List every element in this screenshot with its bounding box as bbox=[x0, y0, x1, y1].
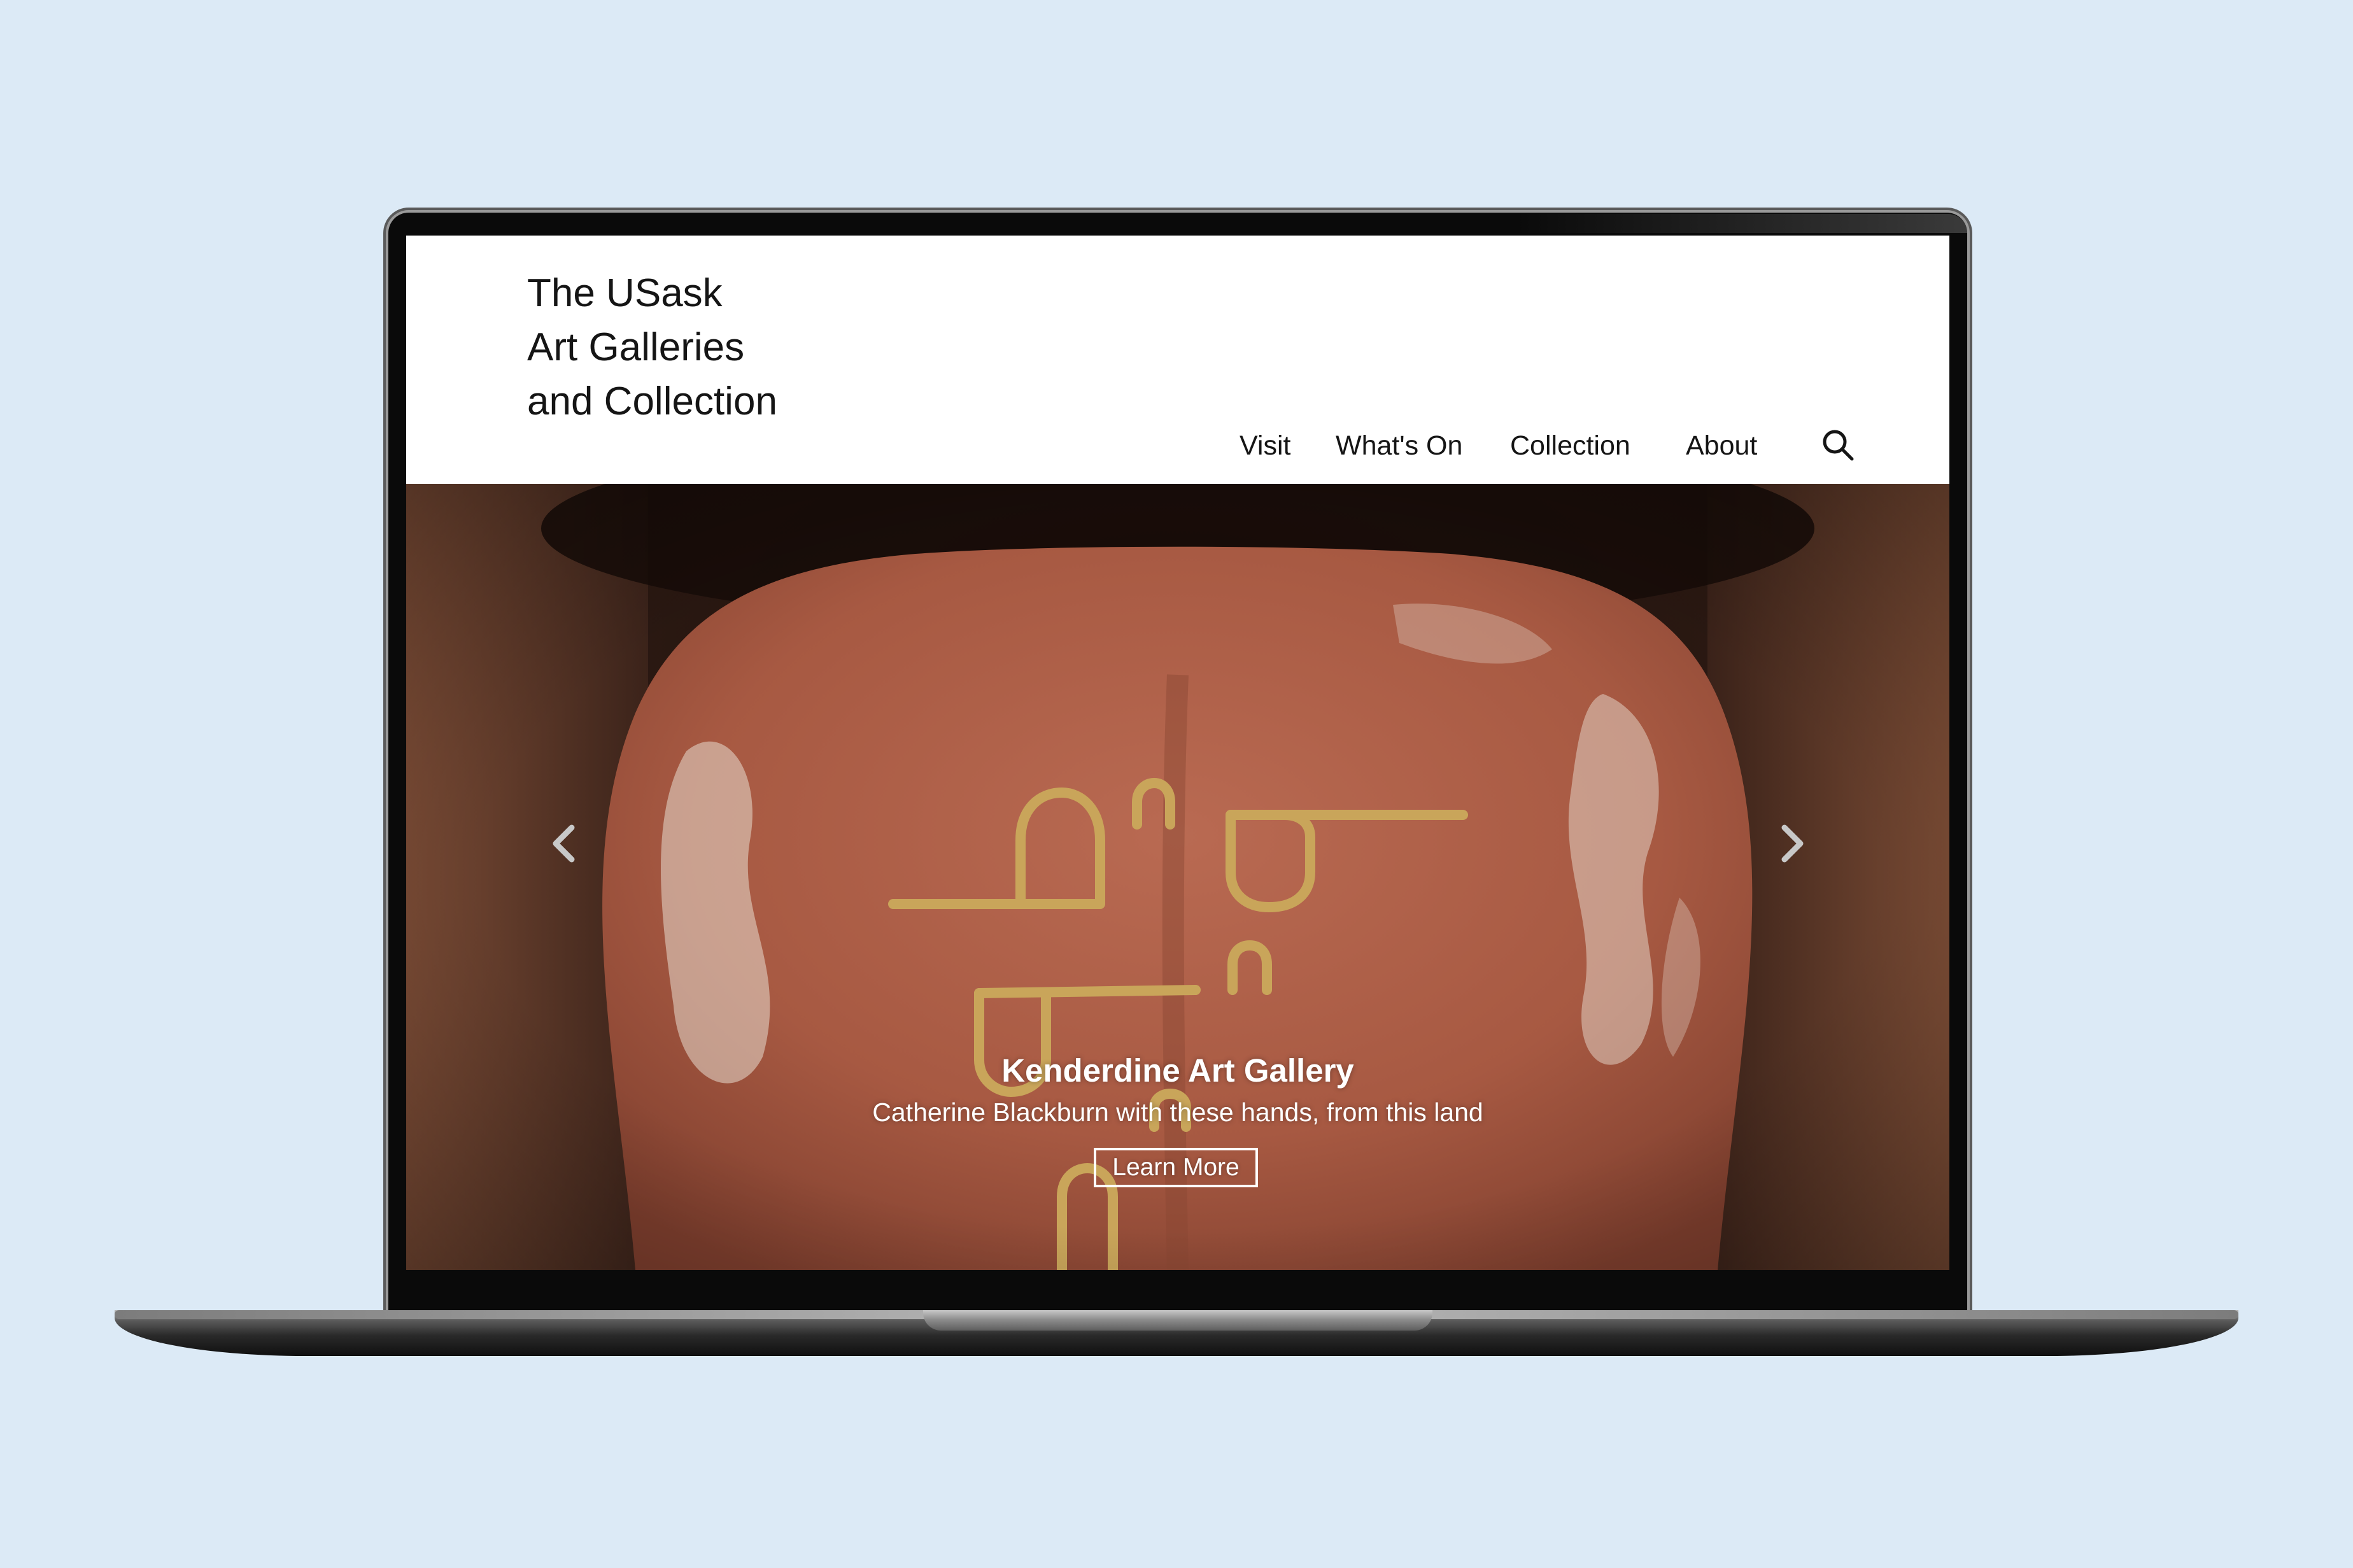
site-header: The USask Art Galleries and Collection V… bbox=[406, 236, 1949, 484]
slide-title: Kenderdine Art Gallery bbox=[1001, 1052, 1354, 1089]
nav-item-about[interactable]: About bbox=[1686, 420, 1757, 471]
laptop-screen: The USask Art Galleries and Collection V… bbox=[406, 236, 1949, 1270]
logo-line-1: The USask bbox=[527, 271, 723, 315]
slide-caption: Kenderdine Art Gallery Catherine Blackbu… bbox=[406, 484, 1949, 1270]
laptop-hinge bbox=[923, 1310, 1432, 1331]
search-button[interactable] bbox=[1813, 420, 1864, 471]
main-nav: Visit What's On Collection About bbox=[406, 420, 1949, 471]
nav-item-collection[interactable]: Collection bbox=[1510, 420, 1630, 471]
slide-subtitle: Catherine Blackburn with these hands, fr… bbox=[872, 1098, 1483, 1127]
nav-item-visit[interactable]: Visit bbox=[1240, 420, 1290, 471]
hero-carousel: Kenderdine Art Gallery Catherine Blackbu… bbox=[406, 484, 1949, 1270]
nav-item-whats-on[interactable]: What's On bbox=[1336, 420, 1462, 471]
search-icon bbox=[1823, 430, 1854, 461]
site-logo[interactable]: The USask Art Galleries and Collection bbox=[527, 266, 909, 428]
learn-more-button[interactable]: Learn More bbox=[1094, 1148, 1258, 1187]
lid-gloss bbox=[1515, 214, 1967, 233]
logo-line-2: Art Galleries bbox=[527, 325, 745, 369]
